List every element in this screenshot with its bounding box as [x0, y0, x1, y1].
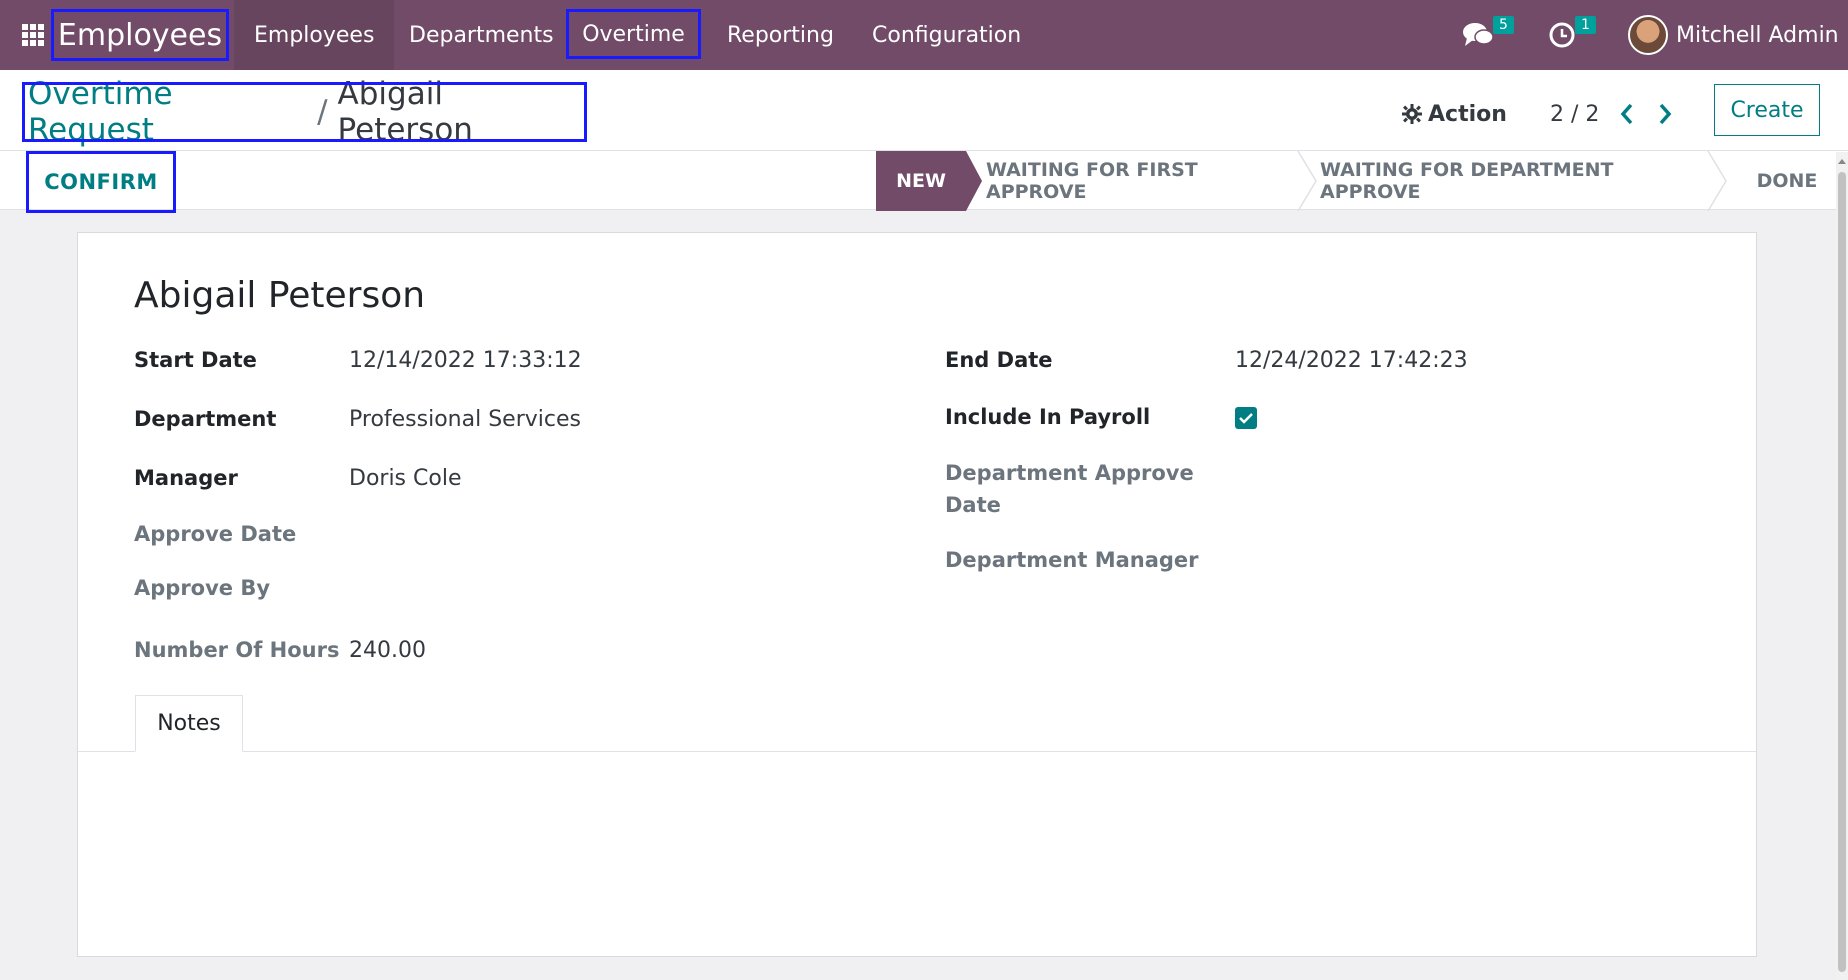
menu-configuration[interactable]: Configuration	[852, 0, 1041, 70]
stage-divider	[1707, 151, 1727, 211]
manager-label: Manager	[134, 466, 238, 490]
activities-button[interactable]	[1548, 0, 1576, 70]
stage-arrow	[966, 151, 982, 211]
include-payroll-checkbox[interactable]	[1235, 407, 1257, 429]
messages-button[interactable]	[1462, 0, 1494, 70]
tab-notes[interactable]: Notes	[135, 695, 243, 752]
confirm-button[interactable]: CONFIRM	[26, 151, 176, 213]
menu-overtime[interactable]: Overtime	[566, 9, 701, 59]
department-label: Department	[134, 407, 277, 431]
stage-new[interactable]: NEW	[876, 151, 966, 211]
hours-label: Number Of Hours	[134, 638, 340, 662]
hours-value[interactable]: 240.00	[349, 638, 426, 663]
stage-waiting-first-approve[interactable]: WAITING FOR FIRST APPROVE	[986, 151, 1230, 211]
messages-count-badge: 5	[1493, 16, 1514, 34]
action-button[interactable]: Action	[1402, 94, 1507, 134]
user-menu[interactable]: Mitchell Admin	[1628, 0, 1839, 70]
activities-count-badge: 1	[1575, 16, 1596, 34]
breadcrumb-parent-link[interactable]: Overtime Request	[28, 76, 307, 148]
scrollbar[interactable]	[1836, 152, 1848, 980]
record-name: Abigail Peterson	[134, 275, 426, 316]
check-icon	[1239, 413, 1253, 424]
department-value[interactable]: Professional Services	[349, 407, 581, 432]
chevron-left-icon	[1620, 103, 1633, 125]
department-approve-date-label: Department Approve Date	[945, 461, 1194, 517]
scroll-up-icon[interactable]	[1836, 156, 1848, 168]
breadcrumb: Overtime Request / Abigail Peterson	[22, 76, 587, 148]
department-manager-label: Department Manager	[945, 548, 1199, 572]
create-button[interactable]: Create	[1714, 84, 1820, 136]
stage-divider	[1297, 151, 1317, 211]
chat-icon	[1463, 23, 1494, 46]
department-approve-date-label-line1: Department Approve	[945, 461, 1194, 485]
approve-date-label: Approve Date	[134, 522, 297, 546]
start-date-label: Start Date	[134, 348, 257, 372]
menu-reporting[interactable]: Reporting	[707, 0, 854, 70]
stage-waiting-department-approve[interactable]: WAITING FOR DEPARTMENT APPROVE	[1320, 151, 1686, 211]
gear-icon	[1402, 104, 1422, 124]
user-name: Mitchell Admin	[1676, 22, 1839, 48]
pager-previous-button[interactable]	[1612, 94, 1642, 134]
end-date-value[interactable]: 12/24/2022 17:42:23	[1235, 348, 1468, 373]
app-brand[interactable]: Employees	[51, 9, 229, 61]
avatar	[1628, 15, 1668, 55]
breadcrumb-separator: /	[317, 94, 328, 130]
approve-by-label: Approve By	[134, 576, 271, 600]
scrollbar-thumb[interactable]	[1838, 172, 1846, 972]
form-sheet: Abigail Peterson Start Date 12/14/2022 1…	[77, 232, 1757, 957]
menu-employees[interactable]: Employees	[234, 0, 395, 70]
manager-value[interactable]: Doris Cole	[349, 466, 461, 491]
status-row: CONFIRM NEW WAITING FOR FIRST APPROVE WA…	[0, 150, 1848, 213]
breadcrumb-current: Abigail Peterson	[337, 76, 473, 148]
notebook-tabs-line	[78, 751, 1756, 752]
chevron-right-icon	[1659, 103, 1672, 125]
action-label: Action	[1428, 101, 1507, 127]
department-approve-date-label-line2: Date	[945, 493, 1001, 517]
menu-departments[interactable]: Departments	[389, 0, 574, 70]
pager-value[interactable]: 2 / 2	[1550, 94, 1599, 134]
end-date-label: End Date	[945, 348, 1053, 372]
start-date-value[interactable]: 12/14/2022 17:33:12	[349, 348, 582, 373]
control-panel: Overtime Request / Abigail Peterson Acti…	[0, 70, 1848, 213]
include-payroll-label: Include In Payroll	[945, 405, 1151, 429]
top-navbar: Employees Employees Departments Overtime…	[0, 0, 1848, 70]
stage-done[interactable]: DONE	[1742, 151, 1832, 211]
clock-icon	[1549, 22, 1575, 48]
pager-next-button[interactable]	[1650, 94, 1680, 134]
